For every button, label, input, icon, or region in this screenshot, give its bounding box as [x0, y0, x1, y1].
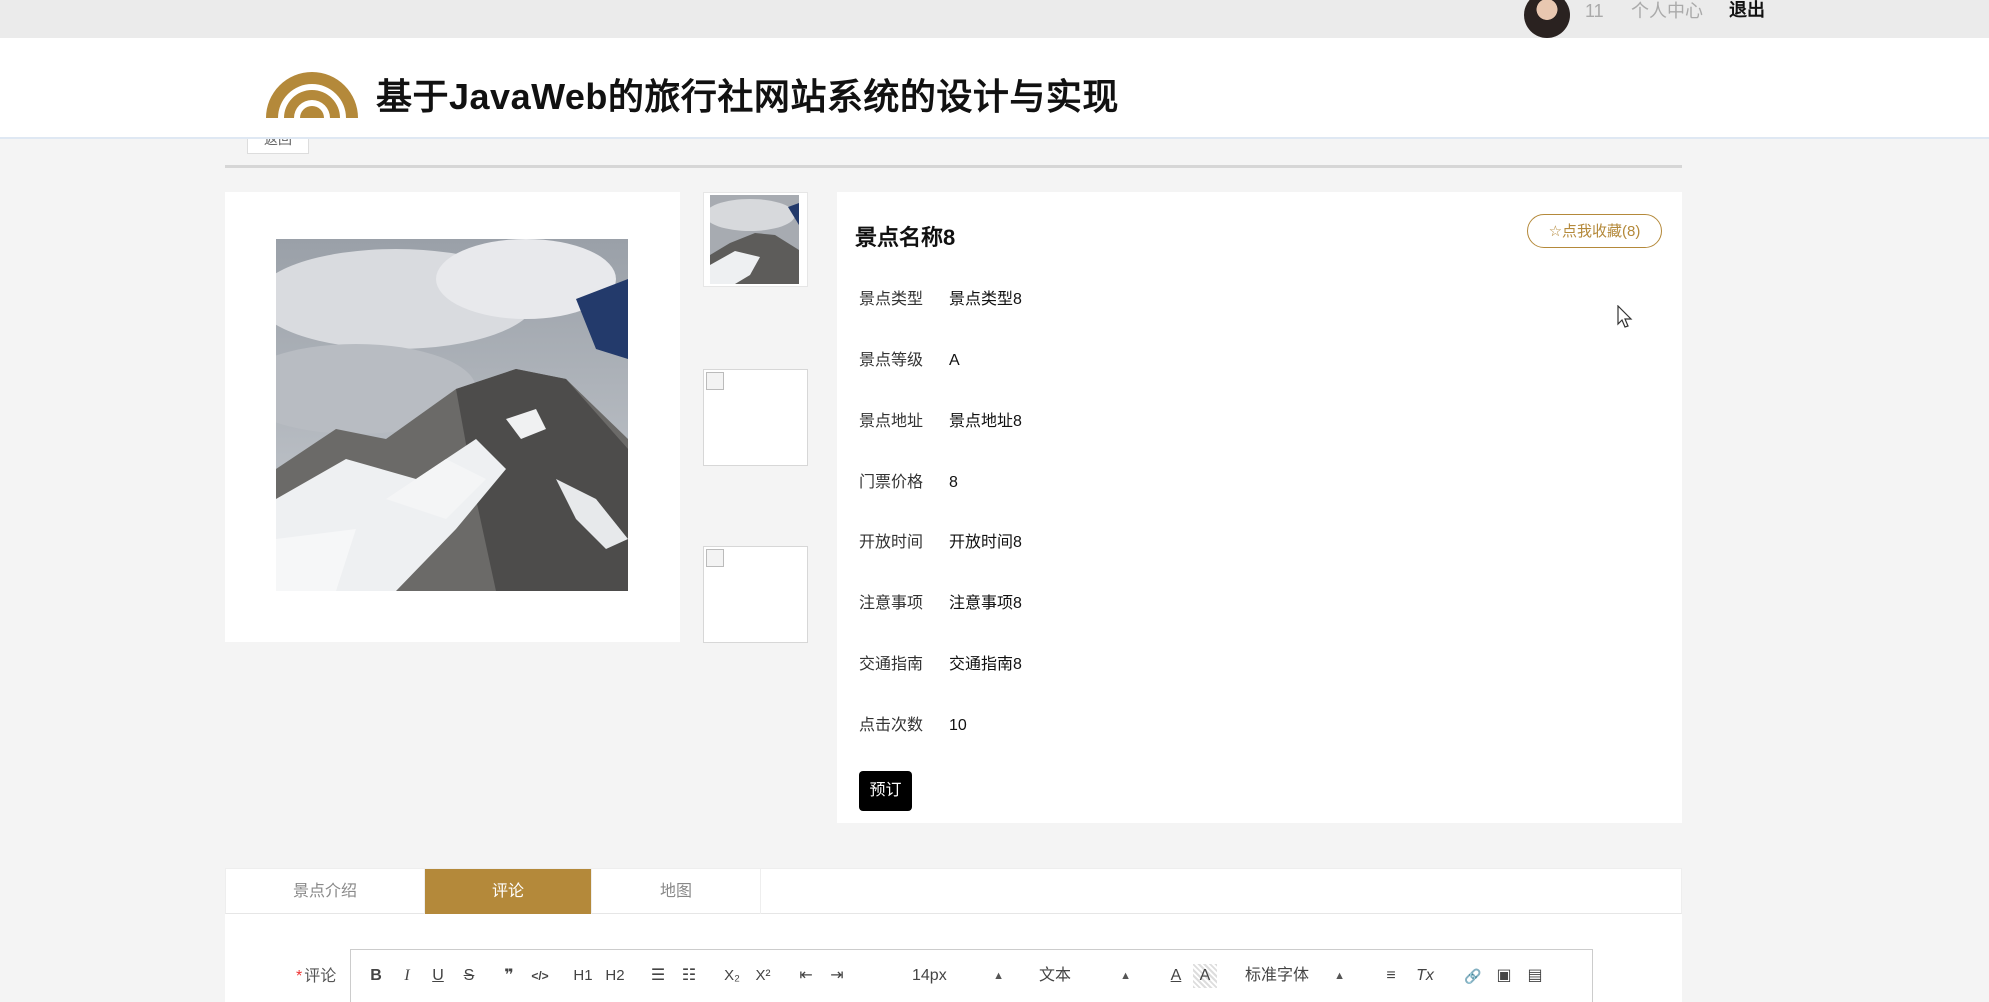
text-type-value: 文本	[1039, 967, 1072, 984]
required-mark: *	[296, 968, 303, 985]
field-type: 景点类型 景点类型8	[859, 288, 1022, 312]
detail-tabs: 景点介绍 评论 地图	[225, 868, 1682, 914]
font-family-value: 标准字体	[1245, 967, 1310, 984]
attraction-info-panel: 景点名称8 ☆点我收藏(8) 景点类型 景点类型8 景点等级 A 景点地址 景点地址8…	[837, 192, 1682, 823]
field-label: 点击次数	[859, 717, 924, 734]
image-icon[interactable]: ▣	[1492, 964, 1516, 988]
comment-label: * 评论	[296, 962, 336, 986]
field-price: 门票价格 8	[859, 471, 958, 495]
avatar[interactable]	[1524, 0, 1570, 38]
attraction-name: 景点名称8	[855, 225, 956, 250]
thumbnail-3[interactable]	[703, 546, 808, 643]
field-value: 交通指南8	[949, 656, 1022, 673]
font-family-select[interactable]: 标准字体 ▲	[1245, 964, 1345, 988]
thumbnail-1[interactable]	[703, 192, 808, 287]
broken-image-icon	[706, 372, 724, 390]
field-notes: 注意事项 注意事项8	[859, 592, 1022, 616]
font-size-select[interactable]: 14px ▲	[912, 964, 1004, 988]
field-value: 景点地址8	[949, 413, 1022, 430]
field-label: 门票价格	[859, 474, 924, 491]
main-image	[276, 239, 628, 591]
background-color-icon[interactable]: A	[1193, 964, 1217, 988]
code-icon[interactable]: </>	[528, 964, 552, 988]
field-label: 景点等级	[859, 352, 924, 369]
select-arrows-icon: ▲	[993, 970, 1004, 982]
tab-map[interactable]: 地图	[592, 869, 761, 914]
comment-label-text: 评论	[304, 968, 337, 985]
field-value: 注意事项8	[949, 595, 1022, 612]
strike-icon[interactable]: S	[457, 964, 481, 988]
field-label: 景点类型	[859, 291, 924, 308]
field-label: 注意事项	[859, 595, 924, 612]
field-value: 8	[949, 474, 958, 491]
main-image-panel	[225, 192, 680, 642]
tab-intro[interactable]: 景点介绍	[226, 869, 425, 914]
heading-2-icon[interactable]: H2	[603, 964, 627, 988]
bullet-list-icon[interactable]: ☷	[677, 964, 701, 988]
indent-icon[interactable]: ⇥	[825, 964, 849, 988]
subscript-icon[interactable]: X₂	[720, 964, 744, 988]
field-label: 交通指南	[859, 656, 924, 673]
top-bar: 11 个人中心 退出	[0, 0, 1989, 38]
link-icon[interactable]: 🔗	[1461, 964, 1485, 988]
field-open-time: 开放时间 开放时间8	[859, 531, 1022, 555]
broken-image-icon	[706, 549, 724, 567]
comment-panel: * 评论 B I U S ❞ </> H1 H2 ☰ ☷ X₂ X² ⇤ ⇥ 14…	[225, 914, 1682, 1002]
video-icon[interactable]: ▤	[1523, 964, 1547, 988]
logo-icon	[266, 72, 358, 118]
select-arrows-icon: ▲	[1334, 970, 1345, 982]
site-header: 基于JavaWeb的旅行社网站系统的设计与实现	[0, 38, 1989, 139]
blockquote-icon[interactable]: ❞	[497, 964, 521, 988]
site-title: 基于JavaWeb的旅行社网站系统的设计与实现	[376, 76, 1119, 117]
font-color-icon[interactable]: A	[1164, 964, 1188, 988]
book-button[interactable]: 预订	[859, 771, 912, 811]
bold-icon[interactable]: B	[364, 964, 388, 988]
field-value: 景点类型8	[949, 291, 1022, 308]
favorite-button[interactable]: ☆点我收藏(8)	[1527, 214, 1662, 248]
heading-1-icon[interactable]: H1	[571, 964, 595, 988]
field-label: 景点地址	[859, 413, 924, 430]
text-type-select[interactable]: 文本 ▲	[1039, 964, 1131, 988]
mouse-cursor-icon	[1617, 305, 1633, 328]
field-label: 开放时间	[859, 534, 924, 551]
user-id[interactable]: 11	[1585, 0, 1604, 22]
underline-icon[interactable]: U	[426, 964, 450, 988]
select-arrows-icon: ▲	[1120, 970, 1131, 982]
field-value: 开放时间8	[949, 534, 1022, 551]
field-traffic: 交通指南 交通指南8	[859, 653, 1022, 677]
italic-icon[interactable]: I	[395, 964, 419, 988]
tab-comment[interactable]: 评论	[425, 869, 592, 914]
font-size-value: 14px	[912, 967, 947, 984]
user-center-link[interactable]: 个人中心	[1631, 0, 1703, 22]
logout-link[interactable]: 退出	[1729, 0, 1765, 20]
ordered-list-icon[interactable]: ☰	[646, 964, 670, 988]
clear-format-icon[interactable]: Tx	[1413, 964, 1437, 988]
field-level: 景点等级 A	[859, 349, 960, 373]
field-address: 景点地址 景点地址8	[859, 410, 1022, 434]
field-value: A	[949, 352, 960, 369]
outdent-icon[interactable]: ⇤	[794, 964, 818, 988]
divider	[225, 165, 1682, 168]
editor-toolbar: B I U S ❞ </> H1 H2 ☰ ☷ X₂ X² ⇤ ⇥ 14px ▲ …	[350, 949, 1593, 1002]
align-icon[interactable]: ≡	[1379, 964, 1403, 988]
thumbnail-2[interactable]	[703, 369, 808, 466]
superscript-icon[interactable]: X²	[751, 964, 775, 988]
field-value: 10	[949, 717, 967, 734]
field-clicks: 点击次数 10	[859, 714, 967, 738]
